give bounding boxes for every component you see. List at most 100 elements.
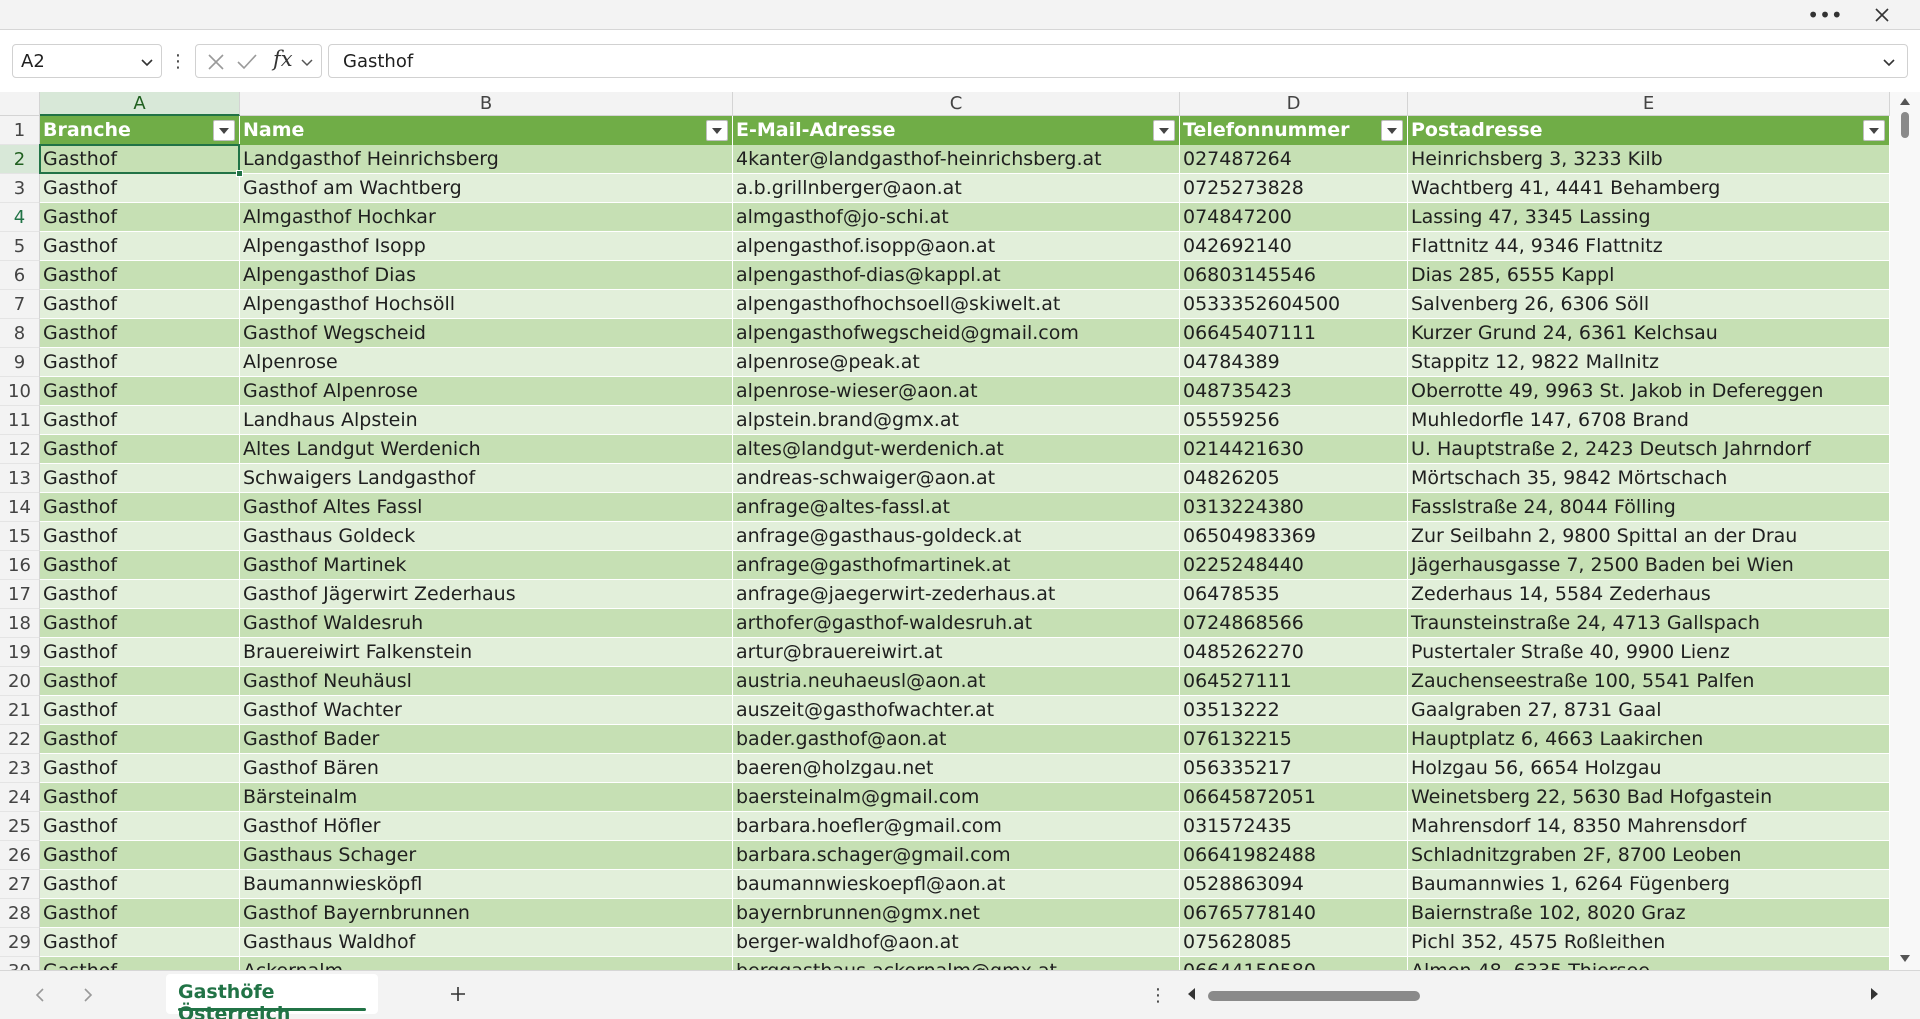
table-cell[interactable]: Gasthof Höfler — [240, 812, 733, 841]
table-cell[interactable]: 06803145546 — [1180, 261, 1408, 290]
row-header-19[interactable]: 19 — [0, 638, 40, 667]
table-cell[interactable]: Weinetsberg 22, 5630 Bad Hofgastein — [1408, 783, 1890, 812]
table-cell[interactable]: Gasthof — [40, 667, 240, 696]
table-cell[interactable]: Gasthof — [40, 812, 240, 841]
table-cell[interactable]: Holzgau 56, 6654 Holzgau — [1408, 754, 1890, 783]
horizontal-scrollbar[interactable] — [1182, 981, 1890, 1009]
table-cell[interactable]: 4kanter@landgasthof-heinrichsberg.at — [733, 145, 1180, 174]
table-cell[interactable]: Gasthof — [40, 493, 240, 522]
table-cell[interactable]: Jägerhausgasse 7, 2500 Baden bei Wien — [1408, 551, 1890, 580]
scroll-up-icon[interactable] — [1899, 96, 1911, 106]
table-cell[interactable]: 0225248440 — [1180, 551, 1408, 580]
table-cell[interactable]: Gasthof — [40, 377, 240, 406]
enter-check-icon[interactable] — [236, 52, 258, 72]
row-header-20[interactable]: 20 — [0, 667, 40, 696]
sheet-bar-options-button[interactable]: ⋮ — [1149, 981, 1167, 1009]
row-header-27[interactable]: 27 — [0, 870, 40, 899]
table-cell[interactable]: almgasthof@jo-schi.at — [733, 203, 1180, 232]
row-header-6[interactable]: 6 — [0, 261, 40, 290]
table-cell[interactable]: Gasthof Alpenrose — [240, 377, 733, 406]
table-cell[interactable]: Gasthof — [40, 551, 240, 580]
row-header-13[interactable]: 13 — [0, 464, 40, 493]
vertical-scroll-thumb[interactable] — [1901, 112, 1909, 138]
table-cell[interactable]: Mahrensdorf 14, 8350 Mahrensdorf — [1408, 812, 1890, 841]
row-header-30[interactable]: 30 — [0, 957, 40, 970]
filter-dropdown-button[interactable] — [1153, 120, 1175, 141]
filter-dropdown-button[interactable] — [706, 120, 728, 141]
row-header-2[interactable]: 2 — [0, 145, 40, 174]
table-cell[interactable]: 04784389 — [1180, 348, 1408, 377]
table-cell[interactable]: Gasthof — [40, 232, 240, 261]
table-cell[interactable]: 075628085 — [1180, 928, 1408, 957]
table-cell[interactable]: Hauptplatz 6, 4663 Laakirchen — [1408, 725, 1890, 754]
table-cell[interactable]: 06641982488 — [1180, 841, 1408, 870]
table-cell[interactable]: 0485262270 — [1180, 638, 1408, 667]
table-cell[interactable]: Lassing 47, 3345 Lassing — [1408, 203, 1890, 232]
table-cell[interactable]: Gaalgraben 27, 8731 Gaal — [1408, 696, 1890, 725]
row-header-3[interactable]: 3 — [0, 174, 40, 203]
row-header-26[interactable]: 26 — [0, 841, 40, 870]
table-cell[interactable]: Flattnitz 44, 9346 Flattnitz — [1408, 232, 1890, 261]
table-cell[interactable]: 06765778140 — [1180, 899, 1408, 928]
table-cell[interactable]: Baiernstraße 102, 8020 Graz — [1408, 899, 1890, 928]
table-cell[interactable]: Gasthof — [40, 290, 240, 319]
table-cell[interactable]: Gasthof — [40, 145, 240, 174]
table-cell[interactable]: Gasthof — [40, 783, 240, 812]
table-cell[interactable]: barbara.hoefler@gmail.com — [733, 812, 1180, 841]
expand-formula-chevron-icon[interactable] — [1881, 54, 1897, 70]
table-header-cell[interactable]: Telefonnummer — [1180, 116, 1408, 145]
table-cell[interactable]: 042692140 — [1180, 232, 1408, 261]
table-cell[interactable]: Gasthof Bayernbrunnen — [240, 899, 733, 928]
row-header-17[interactable]: 17 — [0, 580, 40, 609]
table-cell[interactable]: bayernbrunnen@gmx.net — [733, 899, 1180, 928]
table-cell[interactable]: Alpengasthof Hochsöll — [240, 290, 733, 319]
table-cell[interactable]: 031572435 — [1180, 812, 1408, 841]
row-header-25[interactable]: 25 — [0, 812, 40, 841]
row-header-4[interactable]: 4 — [0, 203, 40, 232]
row-header-18[interactable]: 18 — [0, 609, 40, 638]
table-cell[interactable]: Zur Seilbahn 2, 9800 Spittal an der Drau — [1408, 522, 1890, 551]
table-cell[interactable]: Salvenberg 26, 6306 Söll — [1408, 290, 1890, 319]
table-cell[interactable]: 05559256 — [1180, 406, 1408, 435]
table-cell[interactable]: Schwaigers Landgasthof — [240, 464, 733, 493]
table-cell[interactable]: 0533352604500 — [1180, 290, 1408, 319]
row-header-1[interactable]: 1 — [0, 116, 40, 145]
table-cell[interactable]: Gasthof Waldesruh — [240, 609, 733, 638]
table-cell[interactable]: alpstein.brand@gmx.at — [733, 406, 1180, 435]
row-header-5[interactable]: 5 — [0, 232, 40, 261]
table-cell[interactable]: Alpengasthof Dias — [240, 261, 733, 290]
table-cell[interactable]: baeren@holzgau.net — [733, 754, 1180, 783]
table-cell[interactable]: Mörtschach 35, 9842 Mörtschach — [1408, 464, 1890, 493]
row-header-23[interactable]: 23 — [0, 754, 40, 783]
table-cell[interactable]: 0528863094 — [1180, 870, 1408, 899]
table-header-cell[interactable]: Postadresse — [1408, 116, 1890, 145]
table-cell[interactable]: anfrage@gasthaus-goldeck.at — [733, 522, 1180, 551]
table-cell[interactable]: alpenrose-wieser@aon.at — [733, 377, 1180, 406]
table-cell[interactable]: Gasthof — [40, 464, 240, 493]
row-header-9[interactable]: 9 — [0, 348, 40, 377]
table-cell[interactable]: Gasthof — [40, 928, 240, 957]
table-cell[interactable]: Altes Landgut Werdenich — [240, 435, 733, 464]
table-cell[interactable]: Gasthof — [40, 319, 240, 348]
table-cell[interactable]: Gasthof — [40, 696, 240, 725]
table-cell[interactable]: Stappitz 12, 9822 Mallnitz — [1408, 348, 1890, 377]
table-cell[interactable]: Landhaus Alpstein — [240, 406, 733, 435]
table-cell[interactable]: alpengasthofhochsoell@skiwelt.at — [733, 290, 1180, 319]
table-cell[interactable]: Gasthof — [40, 435, 240, 464]
scroll-right-icon[interactable] — [1870, 987, 1880, 1001]
table-cell[interactable]: Gasthof — [40, 174, 240, 203]
table-cell[interactable]: 06478535 — [1180, 580, 1408, 609]
table-header-cell[interactable]: Branche — [40, 116, 240, 145]
table-cell[interactable]: Baumannwies 1, 6264 Fügenberg — [1408, 870, 1890, 899]
row-header-7[interactable]: 7 — [0, 290, 40, 319]
table-cell[interactable]: 076132215 — [1180, 725, 1408, 754]
table-cell[interactable]: Gasthof Bader — [240, 725, 733, 754]
table-header-cell[interactable]: E-Mail-Adresse — [733, 116, 1180, 145]
row-header-22[interactable]: 22 — [0, 725, 40, 754]
table-cell[interactable]: bader.gasthof@aon.at — [733, 725, 1180, 754]
table-cell[interactable]: Landgasthof Heinrichsberg — [240, 145, 733, 174]
sheet-tab-active[interactable]: Gasthöfe Österreich — [166, 974, 378, 1019]
row-header-14[interactable]: 14 — [0, 493, 40, 522]
table-cell[interactable]: austria.neuhaeusl@aon.at — [733, 667, 1180, 696]
column-header-d[interactable]: D — [1180, 92, 1408, 116]
